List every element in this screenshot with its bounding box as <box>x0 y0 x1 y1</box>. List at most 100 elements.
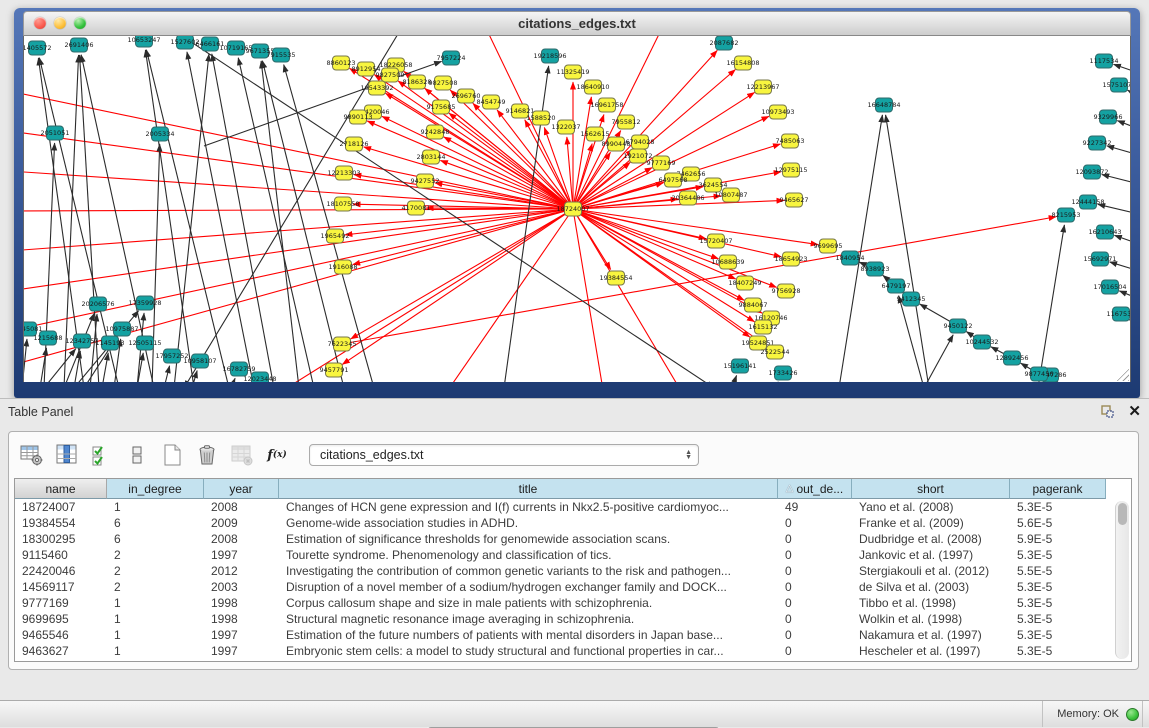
table-row[interactable]: 2242004622012Investigating the contribut… <box>15 563 1131 579</box>
table-cell: 5.3E-5 <box>1010 611 1106 627</box>
svg-text:7622345: 7622345 <box>328 340 357 348</box>
table-cell: 0 <box>778 531 852 547</box>
window-titlebar[interactable]: citations_edges.txt <box>23 11 1131 36</box>
svg-text:9242848: 9242848 <box>421 128 450 136</box>
svg-text:9329966: 9329966 <box>1094 113 1123 121</box>
table-row[interactable]: 946362711997Embryonic stem cells: a mode… <box>15 643 1131 659</box>
scrollbar-thumb[interactable] <box>1118 503 1127 525</box>
table-cell: 1 <box>107 611 204 627</box>
svg-text:9756928: 9756928 <box>772 287 801 295</box>
citation-network-graph[interactable]: 1872400788601238912954182260589827509818… <box>24 36 1131 382</box>
table-row[interactable]: 1938455462009Genome-wide association stu… <box>15 515 1131 531</box>
table-row[interactable]: 969969511998Structural magnetic resonanc… <box>15 611 1131 627</box>
svg-text:1840954: 1840954 <box>836 254 865 262</box>
svg-text:11325419: 11325419 <box>556 68 589 76</box>
select-column-icon[interactable] <box>54 442 80 468</box>
svg-text:6497568: 6497568 <box>659 176 688 184</box>
table-panel-title: Table Panel <box>8 405 73 419</box>
table-cell: 0 <box>778 611 852 627</box>
close-window-button[interactable] <box>34 17 46 29</box>
svg-text:1215688: 1215688 <box>34 334 63 342</box>
table-cell: 6 <box>107 515 204 531</box>
svg-text:9827508: 9827508 <box>429 79 458 87</box>
column-header-year[interactable]: year <box>204 479 279 499</box>
table-cell: 1 <box>107 595 204 611</box>
table-cell: 6 <box>107 531 204 547</box>
trash-icon[interactable] <box>194 442 220 468</box>
svg-text:18724007: 18724007 <box>556 205 589 213</box>
zoom-window-button[interactable] <box>74 17 86 29</box>
column-header-title[interactable]: title <box>279 479 778 499</box>
table-cell: 9777169 <box>15 595 107 611</box>
table-row[interactable]: 1872400712008Changes of HCN gene express… <box>15 499 1131 515</box>
table-row[interactable]: 946554611997Estimation of the future num… <box>15 627 1131 643</box>
function-builder-icon[interactable]: f(x) <box>264 442 290 468</box>
table-cell: 5.3E-5 <box>1010 547 1106 563</box>
svg-text:3624554: 3624554 <box>699 181 728 189</box>
svg-text:10807487: 10807487 <box>714 191 747 199</box>
svg-text:17359928: 17359928 <box>128 299 161 307</box>
node-table[interactable]: namein_degreeyeartitle△out_de...shortpag… <box>14 478 1132 662</box>
svg-text:16961758: 16961758 <box>590 101 623 109</box>
column-header-pagerank[interactable]: pagerank <box>1010 479 1106 499</box>
column-header-in_degree[interactable]: in_degree <box>107 479 204 499</box>
svg-text:18407249: 18407249 <box>728 279 761 287</box>
window-title: citations_edges.txt <box>518 16 636 31</box>
minimize-window-button[interactable] <box>54 17 66 29</box>
table-cell: 5.3E-5 <box>1010 643 1106 659</box>
svg-text:9699695: 9699695 <box>814 242 843 250</box>
svg-text:1615132: 1615132 <box>749 323 778 331</box>
table-cell: Investigating the contribution of common… <box>279 563 778 579</box>
table-cell: Embryonic stem cells: a model to study s… <box>279 643 778 659</box>
table-row[interactable]: 977716911998Corpus callosum shape and si… <box>15 595 1131 611</box>
table-row[interactable]: 911546021997Tourette syndrome. Phenomeno… <box>15 547 1131 563</box>
column-header-out_de[interactable]: △out_de... <box>778 479 852 499</box>
svg-text:8186328: 8186328 <box>403 78 432 86</box>
svg-text:10543392: 10543392 <box>360 84 393 92</box>
network-canvas[interactable]: 1872400788601238912954182260589827509818… <box>23 36 1131 382</box>
table-panel-header: Table Panel ✕ <box>0 399 1149 425</box>
table-cell: 1998 <box>204 595 279 611</box>
delete-table-icon-disabled <box>229 442 255 468</box>
status-bar: Memory: OK <box>0 700 1149 727</box>
svg-text:20364486: 20364486 <box>671 194 704 202</box>
svg-text:6794028: 6794028 <box>626 138 655 146</box>
table-cell: 5.3E-5 <box>1010 595 1106 611</box>
close-panel-icon[interactable]: ✕ <box>1128 405 1141 419</box>
table-cell: 9465546 <box>15 627 107 643</box>
table-cell: 5.3E-5 <box>1010 627 1106 643</box>
table-selector-dropdown[interactable]: citations_edges.txt ▲▼ <box>309 444 699 466</box>
rows-icon[interactable] <box>124 442 150 468</box>
table-toolbar: f(x) citations_edges.txt ▲▼ <box>19 440 699 470</box>
svg-text:18107558: 18107558 <box>326 200 359 208</box>
select-all-checks-icon[interactable] <box>89 442 115 468</box>
svg-text:12505115: 12505115 <box>128 339 161 347</box>
table-cell: Jankovic et al. (1997) <box>852 547 1010 563</box>
network-view-window[interactable]: citations_edges.txt 18724007886012389129… <box>14 8 1140 398</box>
table-cell: 18724007 <box>15 499 107 515</box>
svg-text:17016504: 17016504 <box>1093 283 1126 291</box>
table-row[interactable]: 1830029562008Estimation of significance … <box>15 531 1131 547</box>
svg-text:16210643: 16210643 <box>1088 228 1121 236</box>
svg-text:1145193: 1145193 <box>96 339 125 347</box>
svg-text:2005334: 2005334 <box>146 130 175 138</box>
column-header-short[interactable]: short <box>852 479 1010 499</box>
table-settings-icon[interactable] <box>19 442 45 468</box>
table-cell: 1 <box>107 499 204 515</box>
table-cell: 49 <box>778 499 852 515</box>
svg-text:18654923: 18654923 <box>774 255 807 263</box>
table-cell: Changes of HCN gene expression and I(f) … <box>279 499 778 515</box>
table-cell: 0 <box>778 563 852 579</box>
table-row[interactable]: 1456911722003Disruption of a novel membe… <box>15 579 1131 595</box>
table-vertical-scrollbar[interactable] <box>1115 501 1129 659</box>
selected-table-name: citations_edges.txt <box>320 448 424 462</box>
table-cell: 0 <box>778 579 852 595</box>
svg-text:7957224: 7957224 <box>437 54 466 62</box>
column-header-name[interactable]: name <box>15 479 107 499</box>
svg-text:16154808: 16154808 <box>726 59 759 67</box>
svg-text:7915535: 7915535 <box>267 51 296 59</box>
new-document-icon[interactable] <box>159 442 185 468</box>
memory-status: Memory: OK <box>1042 701 1139 727</box>
float-window-icon[interactable] <box>1099 404 1116 420</box>
memory-ok-indicator <box>1126 708 1139 721</box>
